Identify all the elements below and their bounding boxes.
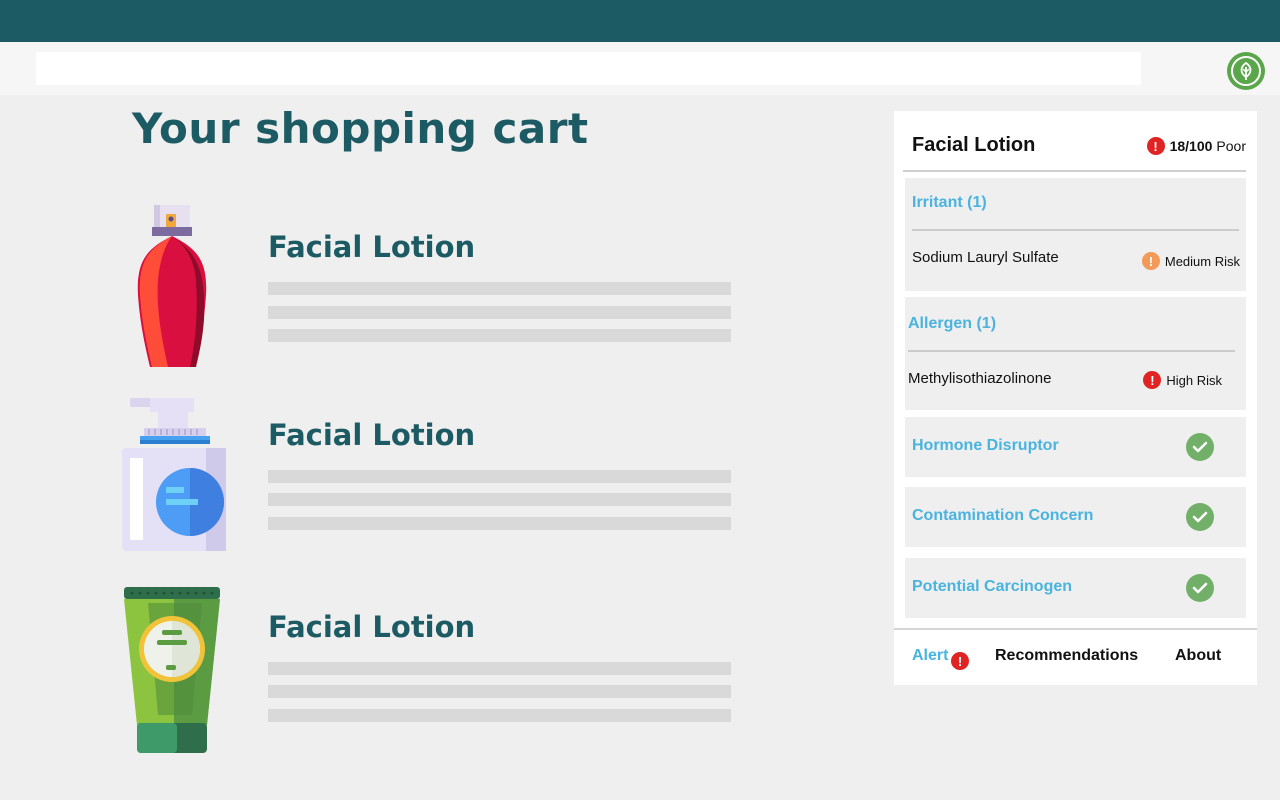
tab-about[interactable]: About (1175, 647, 1221, 665)
score-label: Poor (1216, 138, 1246, 154)
category-title[interactable]: Potential Carcinogen (912, 578, 1072, 596)
placeholder-line (268, 470, 731, 483)
cart-item[interactable]: Facial Lotion (110, 200, 750, 370)
placeholder-line (268, 282, 731, 295)
product-name[interactable]: Facial Lotion (268, 418, 475, 452)
placeholder-line (268, 685, 731, 698)
placeholder-line (268, 709, 731, 722)
divider (903, 170, 1246, 172)
check-icon (1186, 503, 1214, 531)
risk-indicator: ! Medium Risk (1141, 252, 1240, 270)
alert-icon: ! (1143, 371, 1162, 389)
safety-score: ! 18/100 Poor (1146, 137, 1246, 155)
check-icon (1186, 433, 1214, 461)
ingredient-analysis-panel: Facial Lotion ! 18/100 Poor Irritant (1)… (894, 111, 1257, 685)
product-name[interactable]: Facial Lotion (268, 230, 475, 264)
alert-badge-icon: ! (951, 652, 969, 670)
extension-button[interactable] (1227, 52, 1265, 90)
category-card-hormone-disruptor[interactable]: Hormone Disruptor (905, 417, 1246, 477)
category-card-allergen[interactable]: Allergen (1) Methylisothiazolinone ! Hig… (905, 297, 1246, 410)
alert-icon: ! (1146, 137, 1165, 155)
risk-label: High Risk (1166, 372, 1222, 388)
category-card-irritant[interactable]: Irritant (1) Sodium Lauryl Sulfate ! Med… (905, 178, 1246, 291)
divider (908, 350, 1235, 352)
cream-tube-icon (110, 585, 240, 755)
divider (912, 229, 1239, 231)
category-title[interactable]: Contamination Concern (912, 507, 1093, 525)
panel-product-name: Facial Lotion (912, 134, 1036, 156)
placeholder-line (268, 329, 731, 342)
category-title[interactable]: Irritant (1) (912, 194, 987, 212)
placeholder-line (268, 493, 731, 506)
warning-icon: ! (1141, 252, 1160, 270)
leaf-icon (1231, 56, 1261, 86)
page-title: Your shopping cart (132, 104, 589, 153)
risk-indicator: ! High Risk (1143, 371, 1222, 389)
check-icon (1186, 574, 1214, 602)
risk-label: Medium Risk (1164, 253, 1240, 269)
product-name[interactable]: Facial Lotion (268, 610, 475, 644)
address-bar-input[interactable] (36, 52, 1141, 85)
divider (894, 628, 1257, 630)
score-value: 18/100 (1169, 138, 1213, 154)
cart-item[interactable]: Facial Lotion (110, 393, 750, 553)
pump-dispenser-bottle-icon (110, 393, 240, 563)
ingredient-name: Methylisothiazolinone (908, 370, 1052, 387)
panel-header: Facial Lotion ! 18/100 Poor (894, 111, 1257, 171)
placeholder-line (268, 662, 731, 675)
placeholder-line (268, 517, 731, 530)
category-title[interactable]: Hormone Disruptor (912, 437, 1059, 455)
perfume-spray-bottle-icon (110, 200, 240, 370)
ingredient-name: Sodium Lauryl Sulfate (912, 249, 1059, 266)
top-header-bar (0, 0, 1280, 42)
cart-item[interactable]: Facial Lotion (110, 585, 750, 755)
category-card-contamination-concern[interactable]: Contamination Concern (905, 487, 1246, 547)
placeholder-line (268, 306, 731, 319)
tab-alert[interactable]: Alert (912, 647, 948, 665)
tab-recommendations[interactable]: Recommendations (995, 647, 1138, 665)
category-title[interactable]: Allergen (1) (908, 315, 996, 333)
category-card-potential-carcinogen[interactable]: Potential Carcinogen (905, 558, 1246, 618)
